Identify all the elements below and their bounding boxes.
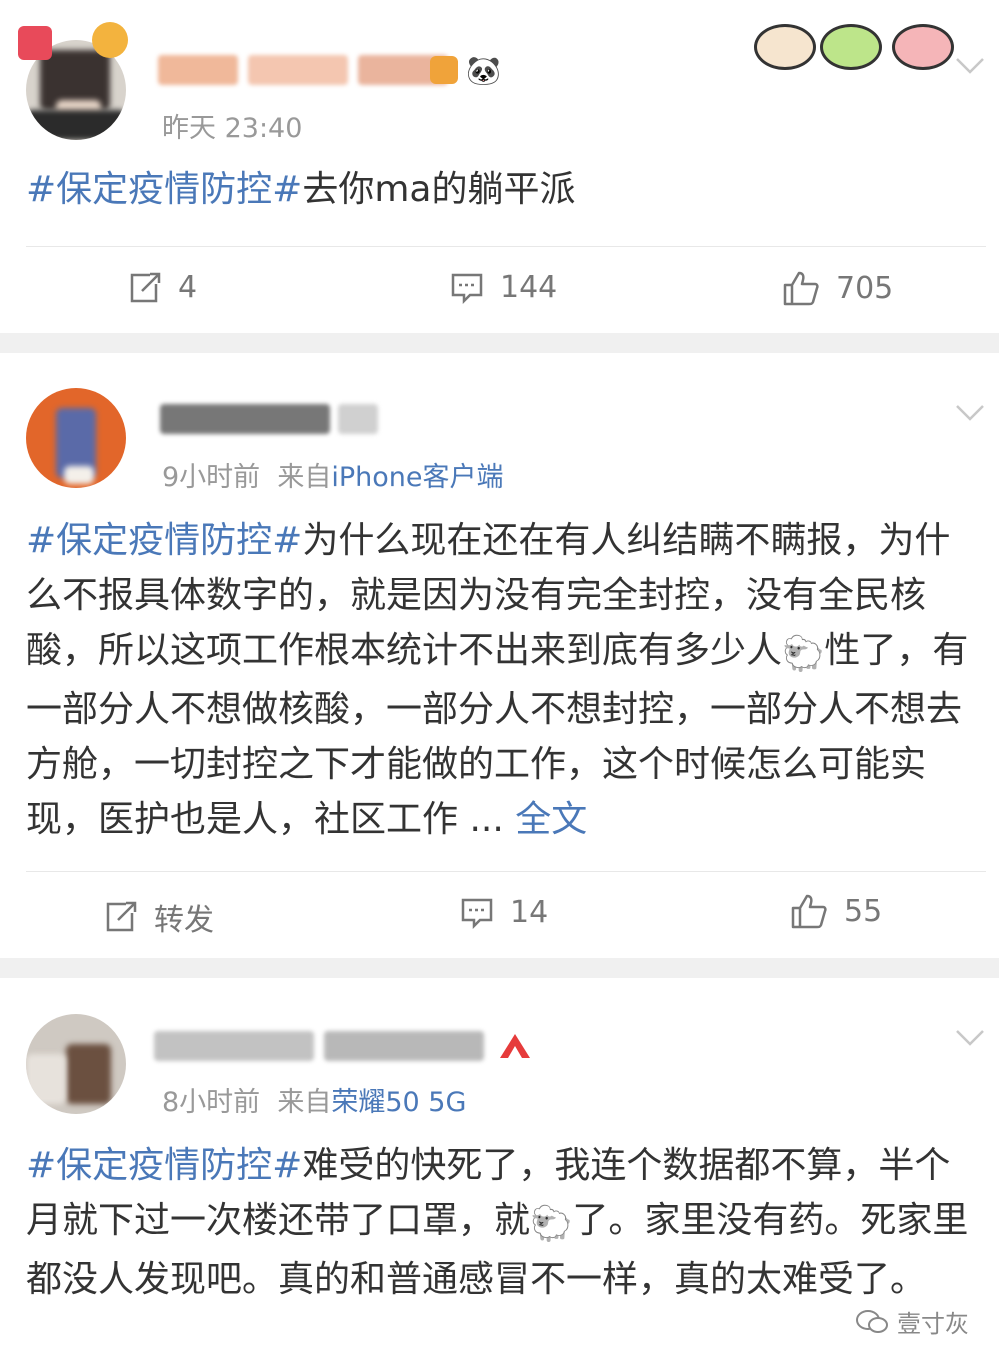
avatar[interactable]: [26, 388, 126, 488]
post-time: 昨天 23:40: [162, 113, 303, 144]
repost-button[interactable]: 转发: [104, 895, 214, 939]
source-prefix: 来自: [277, 462, 332, 493]
post-card: 9小时前 来自iPhone客户端 #保定疫情防控#为什么现在还在有人纠结瞒不瞒报…: [0, 353, 999, 958]
comment-icon: [451, 273, 483, 304]
hashtag-link[interactable]: #保定疫情防控#: [26, 169, 302, 210]
watermark: 壹寸灰: [855, 1304, 969, 1339]
hashtag-link[interactable]: #保定疫情防控#: [26, 1145, 302, 1186]
post-separator: [0, 958, 999, 978]
chevron-down-icon[interactable]: [955, 1028, 985, 1048]
source-link[interactable]: 荣耀50 5G: [331, 1087, 466, 1118]
post-card: 🐼 昨天 23:40 #保定疫情防控#去你ma的躺平派 4 144 705: [0, 0, 999, 333]
post-body: #保定疫情防控#为什么现在还在有人纠结瞒不瞒报，为什么不报具体数字的，就是因为没…: [26, 513, 971, 847]
decoration-icon: [92, 22, 128, 58]
repost-button[interactable]: 4: [128, 270, 197, 305]
sticker-icon: [754, 24, 816, 70]
divider: [26, 871, 986, 872]
sheep-icon: 🐑: [782, 634, 825, 674]
post-separator: [0, 333, 999, 353]
thumbs-up-icon: [791, 894, 827, 929]
comment-button[interactable]: 14: [460, 895, 548, 930]
post-body: #保定疫情防控#难受的快死了，我连个数据都不算，半个月就下过一次楼还带了口罩，就…: [26, 1138, 971, 1307]
post-time: 8小时前: [162, 1087, 261, 1118]
sticker-icon: [820, 24, 882, 70]
decoration-icon: [18, 26, 52, 60]
comment-button[interactable]: 144: [450, 270, 557, 305]
read-more-link[interactable]: 全文: [515, 799, 587, 840]
repost-icon: [106, 901, 137, 932]
hashtag-link[interactable]: #保定疫情防控#: [26, 520, 302, 561]
post-text: 去你ma的躺平派: [302, 169, 576, 210]
username[interactable]: [158, 52, 448, 88]
panda-icon: 🐼: [466, 54, 501, 87]
chevron-down-icon[interactable]: [955, 403, 985, 423]
thumbs-up-icon: [783, 271, 819, 306]
like-button[interactable]: 55: [790, 893, 882, 929]
comment-icon: [461, 898, 493, 929]
crown-icon: [430, 56, 458, 84]
wechat-icon: [856, 1309, 888, 1333]
post-meta: 8小时前 来自荣耀50 5G: [162, 1080, 466, 1119]
like-button[interactable]: 705: [782, 270, 893, 306]
post-meta: 9小时前 来自iPhone客户端: [162, 455, 504, 494]
sticker-icon: [892, 24, 954, 70]
repost-icon: [130, 272, 161, 302]
post-card: 8小时前 来自荣耀50 5G #保定疫情防控#难受的快死了，我连个数据都不算，半…: [0, 978, 999, 1369]
post-body: #保定疫情防控#去你ma的躺平派: [26, 162, 971, 217]
username[interactable]: [154, 1028, 494, 1064]
post-time: 9小时前: [162, 462, 261, 493]
honor-logo-icon: [498, 1032, 532, 1064]
source-link[interactable]: iPhone客户端: [331, 462, 503, 493]
sheep-icon: 🐑: [530, 1204, 573, 1244]
divider: [26, 246, 986, 247]
chevron-down-icon[interactable]: [955, 56, 985, 76]
avatar[interactable]: [26, 1014, 126, 1114]
username[interactable]: [160, 401, 380, 437]
source-prefix: 来自: [277, 1087, 332, 1118]
